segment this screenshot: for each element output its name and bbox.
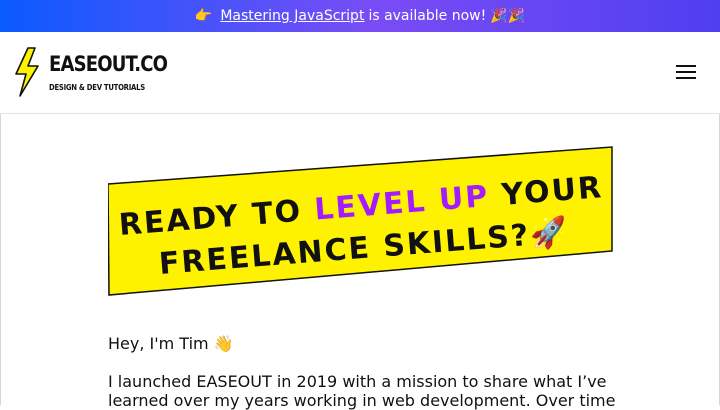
pointing-hand-icon: 👉 [194, 8, 213, 24]
rocket-icon: 🚀 [529, 214, 571, 253]
greeting: Hey, I'm Tim 👋 [108, 334, 234, 353]
brand-tagline: DESIGN & DEV TUTORIALS [49, 83, 145, 92]
lightning-bolt-icon [15, 47, 39, 97]
menu-button[interactable] [672, 59, 700, 85]
brand-name: EASEOUT.CO [49, 52, 168, 76]
hamburger-menu-icon [676, 65, 696, 67]
mastering-javascript-link[interactable]: Mastering JavaScript [220, 8, 364, 24]
site-logo[interactable]: EASEOUT.CO DESIGN & DEV TUTORIALS [14, 47, 168, 99]
announcement-text: is available now! [368, 8, 487, 24]
intro-paragraph: I launched EASEOUT in 2019 with a missio… [108, 372, 616, 410]
announcement-bar: 👉 Mastering JavaScript is available now!… [0, 0, 720, 32]
site-header: EASEOUT.CO DESIGN & DEV TUTORIALS [0, 32, 720, 114]
hero-banner: READY TO LEVEL UP YOUR FREELANCE SKILLS?… [108, 146, 613, 296]
party-popper-icon: 🎉🎉 [490, 8, 526, 24]
